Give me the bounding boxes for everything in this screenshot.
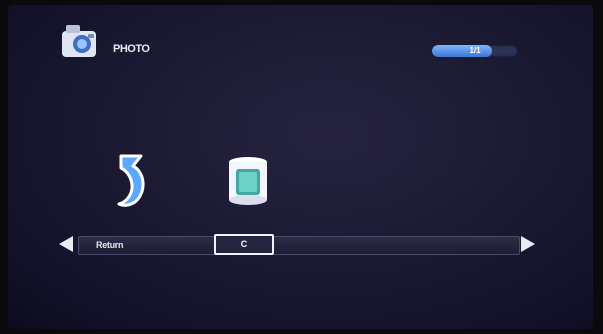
right-arrow-icon[interactable]	[521, 236, 535, 252]
camera-icon	[62, 25, 96, 57]
return-arrow-icon[interactable]	[111, 152, 151, 208]
page-indicator-text: 1/1	[469, 46, 481, 55]
left-arrow-icon[interactable]	[59, 236, 73, 252]
return-label[interactable]: Return	[96, 237, 124, 254]
page-indicator: 1/1	[432, 45, 518, 57]
selected-item-slot[interactable]: C	[214, 234, 274, 255]
app-title: PHOTO	[113, 43, 150, 55]
header: PHOTO 1/1	[8, 5, 593, 75]
media-player-screen: PHOTO 1/1 Return C	[8, 5, 593, 329]
drive-label: C	[240, 239, 248, 249]
item-selection-bar: Return C	[78, 234, 520, 255]
folder-drive-icon[interactable]	[222, 153, 274, 209]
